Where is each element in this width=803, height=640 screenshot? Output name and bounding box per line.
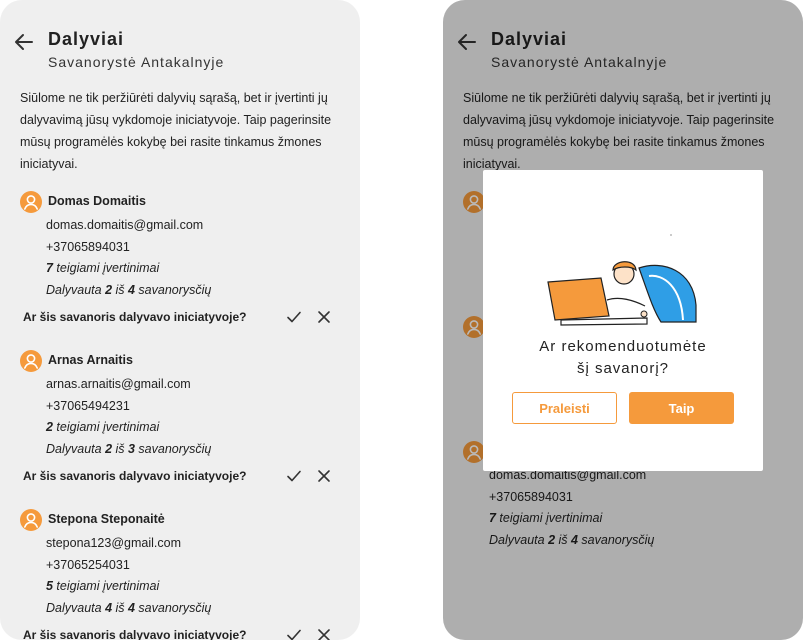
close-icon[interactable] <box>316 627 332 640</box>
participant-name: Arnas Arnaitis <box>48 353 133 367</box>
ratings-text: teigiami įvertinimai <box>52 579 160 593</box>
participant-ratings: 2 teigiami įvertinimai <box>46 420 159 434</box>
participant-name: Stepona Steponaitė <box>48 512 165 526</box>
close-icon[interactable] <box>316 468 332 484</box>
participation-prefix: Dalyvauta <box>46 601 106 615</box>
participant-participation: Dalyvauta 2 iš 4 savanorysčių <box>46 283 211 297</box>
participation-done: 2 <box>105 442 113 456</box>
participation-prefix: Dalyvauta <box>46 283 106 297</box>
dialog-question: Ar rekomenduotumėte šį savanorį? <box>483 336 763 380</box>
ratings-count: 5 <box>46 579 53 593</box>
participation-suffix: savanorysčių <box>134 283 212 297</box>
participant-email: domas.domaitis@gmail.com <box>46 218 204 232</box>
participants-screen-with-dialog: Dalyviai Savanorystė Antakalnyje Siūlome… <box>443 0 803 640</box>
participant-card: Domas Domaitis domas.domaitis@gmail.com … <box>0 191 360 341</box>
participation-done: 4 <box>105 601 113 615</box>
person-icon <box>20 350 42 372</box>
check-icon[interactable] <box>286 468 302 484</box>
participant-participation: Dalyvauta 4 iš 4 savanorysčių <box>46 601 211 615</box>
arrow-back-icon[interactable] <box>12 30 36 54</box>
participants-screen: Dalyviai Savanorystė Antakalnyje Siūlome… <box>0 0 360 640</box>
person-icon <box>20 509 42 531</box>
participation-total: 3 <box>128 442 135 456</box>
participant-participation: Dalyvauta 2 iš 3 savanorysčių <box>46 442 211 456</box>
ratings-count: 2 <box>46 420 53 434</box>
header: Dalyviai Savanorystė Antakalnyje <box>0 28 360 78</box>
yes-button[interactable]: Taip <box>629 392 734 424</box>
attendance-question: Ar šis savanoris dalyvavo iniciatyvoje? <box>23 469 247 483</box>
check-icon[interactable] <box>286 627 302 640</box>
participant-phone: +37065254031 <box>46 558 130 572</box>
intro-text: Siūlome ne tik peržiūrėti dalyvių sąrašą… <box>20 91 332 171</box>
dialog-question-line1: Ar rekomenduotumėte <box>539 338 707 355</box>
participation-total: 4 <box>128 283 135 297</box>
check-icon[interactable] <box>286 309 302 325</box>
participant-card: Stepona Steponaitė stepona123@gmail.com … <box>0 509 360 640</box>
participation-mid: iš <box>112 283 128 297</box>
participant-email: stepona123@gmail.com <box>46 536 181 550</box>
ratings-count: 7 <box>46 261 53 275</box>
page-subtitle: Savanorystė Antakalnyje <box>48 54 225 70</box>
participation-suffix: savanorysčių <box>134 601 212 615</box>
page-title: Dalyviai <box>48 29 125 49</box>
participation-prefix: Dalyvauta <box>46 442 106 456</box>
attendance-question: Ar šis savanoris dalyvavo iniciatyvoje? <box>23 628 247 640</box>
attendance-question: Ar šis savanoris dalyvavo iniciatyvoje? <box>23 310 247 324</box>
participation-total: 4 <box>128 601 135 615</box>
participant-email: arnas.arnaitis@gmail.com <box>46 377 191 391</box>
dialog-question-line2: šį savanorį? <box>576 360 670 377</box>
participation-done: 2 <box>105 283 113 297</box>
participant-card: Arnas Arnaitis arnas.arnaitis@gmail.com … <box>0 350 360 500</box>
person-at-laptop-illustration <box>547 234 697 326</box>
participant-phone: +37065494231 <box>46 399 130 413</box>
recommend-dialog: Ar rekomenduotumėte šį savanorį? Praleis… <box>483 170 763 471</box>
close-icon[interactable] <box>316 309 332 325</box>
participant-phone: +37065894031 <box>46 240 130 254</box>
participation-suffix: savanorysčių <box>134 442 212 456</box>
ratings-text: teigiami įvertinimai <box>52 261 160 275</box>
skip-button[interactable]: Praleisti <box>512 392 617 424</box>
participation-mid: iš <box>112 601 128 615</box>
person-icon <box>20 191 42 213</box>
participant-name: Domas Domaitis <box>48 194 146 208</box>
participant-ratings: 7 teigiami įvertinimai <box>46 261 159 275</box>
participant-ratings: 5 teigiami įvertinimai <box>46 579 159 593</box>
participation-mid: iš <box>112 442 128 456</box>
ratings-text: teigiami įvertinimai <box>52 420 160 434</box>
